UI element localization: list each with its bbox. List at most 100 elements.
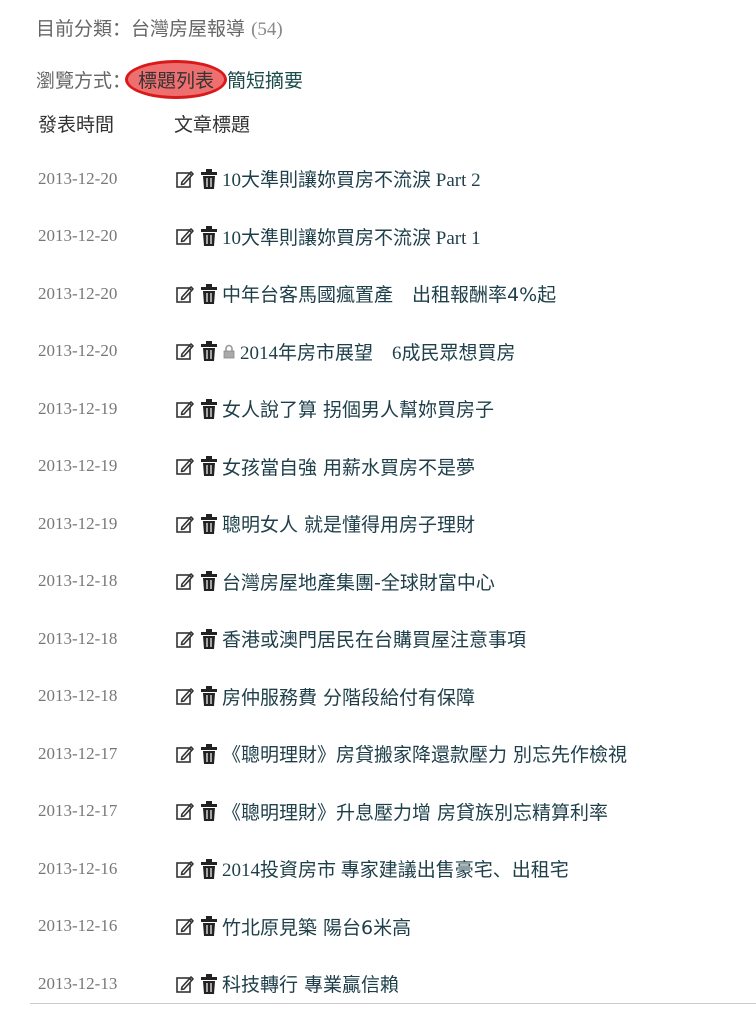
lock-icon <box>222 342 236 360</box>
category-label: 目前分類： <box>36 18 132 40</box>
article-actions: 竹北原見築 陽台6米高 <box>174 913 411 940</box>
article-actions: 2014年房市展望 6成民眾想買房 <box>174 338 516 365</box>
article-title-link[interactable]: 10大準則讓妳買房不流淚 Part 2 <box>222 165 481 192</box>
edit-icon[interactable] <box>174 168 196 190</box>
article-row: 2013-12-20 10大準則讓妳買房不流淚 Part 2 <box>0 150 756 208</box>
article-date: 2013-12-20 <box>38 341 118 361</box>
article-date: 2013-12-19 <box>38 513 118 533</box>
edit-icon[interactable] <box>174 800 196 822</box>
article-date: 2013-12-13 <box>38 973 118 993</box>
article-row: 2013-12-19 女孩當自強 用薪水買房不是夢 <box>0 438 756 496</box>
article-row: 2013-12-13 科技轉行 專業贏信賴 <box>0 955 756 1010</box>
article-title-link[interactable]: 竹北原見築 陽台6米高 <box>222 913 411 940</box>
trash-icon[interactable] <box>198 628 220 650</box>
edit-icon[interactable] <box>174 915 196 937</box>
article-date: 2013-12-20 <box>38 283 118 303</box>
view-mode-label: 瀏覽方式： <box>36 70 132 92</box>
trash-icon[interactable] <box>198 283 220 305</box>
article-row: 2013-12-20 2014年房市展望 6成民眾想買房 <box>0 323 756 381</box>
trash-icon[interactable] <box>198 340 220 362</box>
current-category: 目前分類：台灣房屋報導 (54) <box>36 14 283 41</box>
article-actions: 女孩當自強 用薪水買房不是夢 <box>174 453 475 480</box>
article-row: 2013-12-17 《聰明理財》升息壓力增 房貸族別忘精算利率 <box>0 783 756 841</box>
trash-icon[interactable] <box>198 743 220 765</box>
article-row: 2013-12-18 台灣房屋地產集團-全球財富中心 <box>0 553 756 611</box>
article-title-link[interactable]: 女孩當自強 用薪水買房不是夢 <box>222 453 475 480</box>
article-actions: 台灣房屋地產集團-全球財富中心 <box>174 568 495 595</box>
view-mode-summary-link[interactable]: 簡短摘要 <box>227 66 303 93</box>
trash-icon[interactable] <box>198 455 220 477</box>
article-title-link[interactable]: 女人說了算 拐個男人幫妳買房子 <box>222 395 494 422</box>
trash-icon[interactable] <box>198 858 220 880</box>
article-row: 2013-12-18 香港或澳門居民在台購買屋注意事項 <box>0 610 756 668</box>
article-actions: 聰明女人 就是懂得用房子理財 <box>174 510 475 537</box>
article-title-link[interactable]: 《聰明理財》房貸搬家降還款壓力 別忘先作檢視 <box>222 740 627 767</box>
article-actions: 中年台客馬國瘋置產 出租報酬率4%起 <box>174 280 556 307</box>
article-actions: 房仲服務費 分階段給付有保障 <box>174 683 475 710</box>
article-actions: 《聰明理財》房貸搬家降還款壓力 別忘先作檢視 <box>174 740 627 767</box>
edit-icon[interactable] <box>174 743 196 765</box>
category-name: 台灣房屋報導 <box>131 18 246 40</box>
edit-icon[interactable] <box>174 973 196 995</box>
edit-icon[interactable] <box>174 513 196 535</box>
article-date: 2013-12-16 <box>38 916 118 936</box>
article-row: 2013-12-16 竹北原見築 陽台6米高 <box>0 898 756 956</box>
article-actions: 10大準則讓妳買房不流淚 Part 2 <box>174 165 481 192</box>
trash-icon[interactable] <box>198 915 220 937</box>
view-mode-selector: 瀏覽方式： 標題列表 簡短摘要 <box>36 60 303 99</box>
article-row: 2013-12-18 房仲服務費 分階段給付有保障 <box>0 668 756 726</box>
article-row: 2013-12-17 《聰明理財》房貸搬家降還款壓力 別忘先作檢視 <box>0 725 756 783</box>
article-date: 2013-12-19 <box>38 456 118 476</box>
edit-icon[interactable] <box>174 570 196 592</box>
trash-icon[interactable] <box>198 398 220 420</box>
column-header-title: 文章標題 <box>174 114 251 136</box>
article-title-link[interactable]: 科技轉行 專業贏信賴 <box>222 970 399 997</box>
article-actions: 香港或澳門居民在台購買屋注意事項 <box>174 625 526 652</box>
article-row: 2013-12-19 聰明女人 就是懂得用房子理財 <box>0 495 756 553</box>
article-actions: 2014投資房市 專家建議出售豪宅、出租宅 <box>174 855 569 882</box>
trash-icon[interactable] <box>198 513 220 535</box>
trash-icon[interactable] <box>198 685 220 707</box>
article-actions: 女人說了算 拐個男人幫妳買房子 <box>174 395 494 422</box>
article-row: 2013-12-20 10大準則讓妳買房不流淚 Part 1 <box>0 208 756 266</box>
article-row: 2013-12-16 2014投資房市 專家建議出售豪宅、出租宅 <box>0 840 756 898</box>
article-title-link[interactable]: 香港或澳門居民在台購買屋注意事項 <box>222 625 526 652</box>
article-date: 2013-12-18 <box>38 628 118 648</box>
trash-icon[interactable] <box>198 225 220 247</box>
article-date: 2013-12-17 <box>38 801 118 821</box>
article-title-link[interactable]: 台灣房屋地產集團-全球財富中心 <box>222 568 495 595</box>
edit-icon[interactable] <box>174 628 196 650</box>
article-date: 2013-12-17 <box>38 743 118 763</box>
edit-icon[interactable] <box>174 283 196 305</box>
article-date: 2013-12-20 <box>38 168 118 188</box>
trash-icon[interactable] <box>198 168 220 190</box>
article-title-link[interactable]: 聰明女人 就是懂得用房子理財 <box>222 510 475 537</box>
article-date: 2013-12-18 <box>38 686 118 706</box>
article-title-link[interactable]: 中年台客馬國瘋置產 出租報酬率4%起 <box>222 280 556 307</box>
article-title-link[interactable]: 房仲服務費 分階段給付有保障 <box>222 683 475 710</box>
article-date: 2013-12-18 <box>38 571 118 591</box>
article-title-link[interactable]: 2014投資房市 專家建議出售豪宅、出租宅 <box>222 855 569 882</box>
edit-icon[interactable] <box>174 685 196 707</box>
edit-icon[interactable] <box>174 858 196 880</box>
column-header-date: 發表時間 <box>38 114 115 136</box>
article-title-link[interactable]: 2014年房市展望 6成民眾想買房 <box>240 338 516 365</box>
category-count: (54) <box>251 19 283 40</box>
article-title-link[interactable]: 10大準則讓妳買房不流淚 Part 1 <box>222 223 481 250</box>
article-title-link[interactable]: 《聰明理財》升息壓力增 房貸族別忘精算利率 <box>222 798 608 825</box>
edit-icon[interactable] <box>174 340 196 362</box>
article-date: 2013-12-16 <box>38 858 118 878</box>
edit-icon[interactable] <box>174 398 196 420</box>
article-actions: 《聰明理財》升息壓力增 房貸族別忘精算利率 <box>174 798 608 825</box>
article-date: 2013-12-19 <box>38 398 118 418</box>
divider <box>30 1003 756 1004</box>
trash-icon[interactable] <box>198 570 220 592</box>
trash-icon[interactable] <box>198 973 220 995</box>
trash-icon[interactable] <box>198 800 220 822</box>
edit-icon[interactable] <box>174 455 196 477</box>
article-date: 2013-12-20 <box>38 226 118 246</box>
article-actions: 科技轉行 專業贏信賴 <box>174 970 399 997</box>
view-mode-title-list[interactable]: 標題列表 <box>125 60 228 99</box>
article-list: 2013-12-20 10大準則讓妳買房不流淚 Part 2 2013-12-2… <box>0 150 756 1010</box>
edit-icon[interactable] <box>174 225 196 247</box>
